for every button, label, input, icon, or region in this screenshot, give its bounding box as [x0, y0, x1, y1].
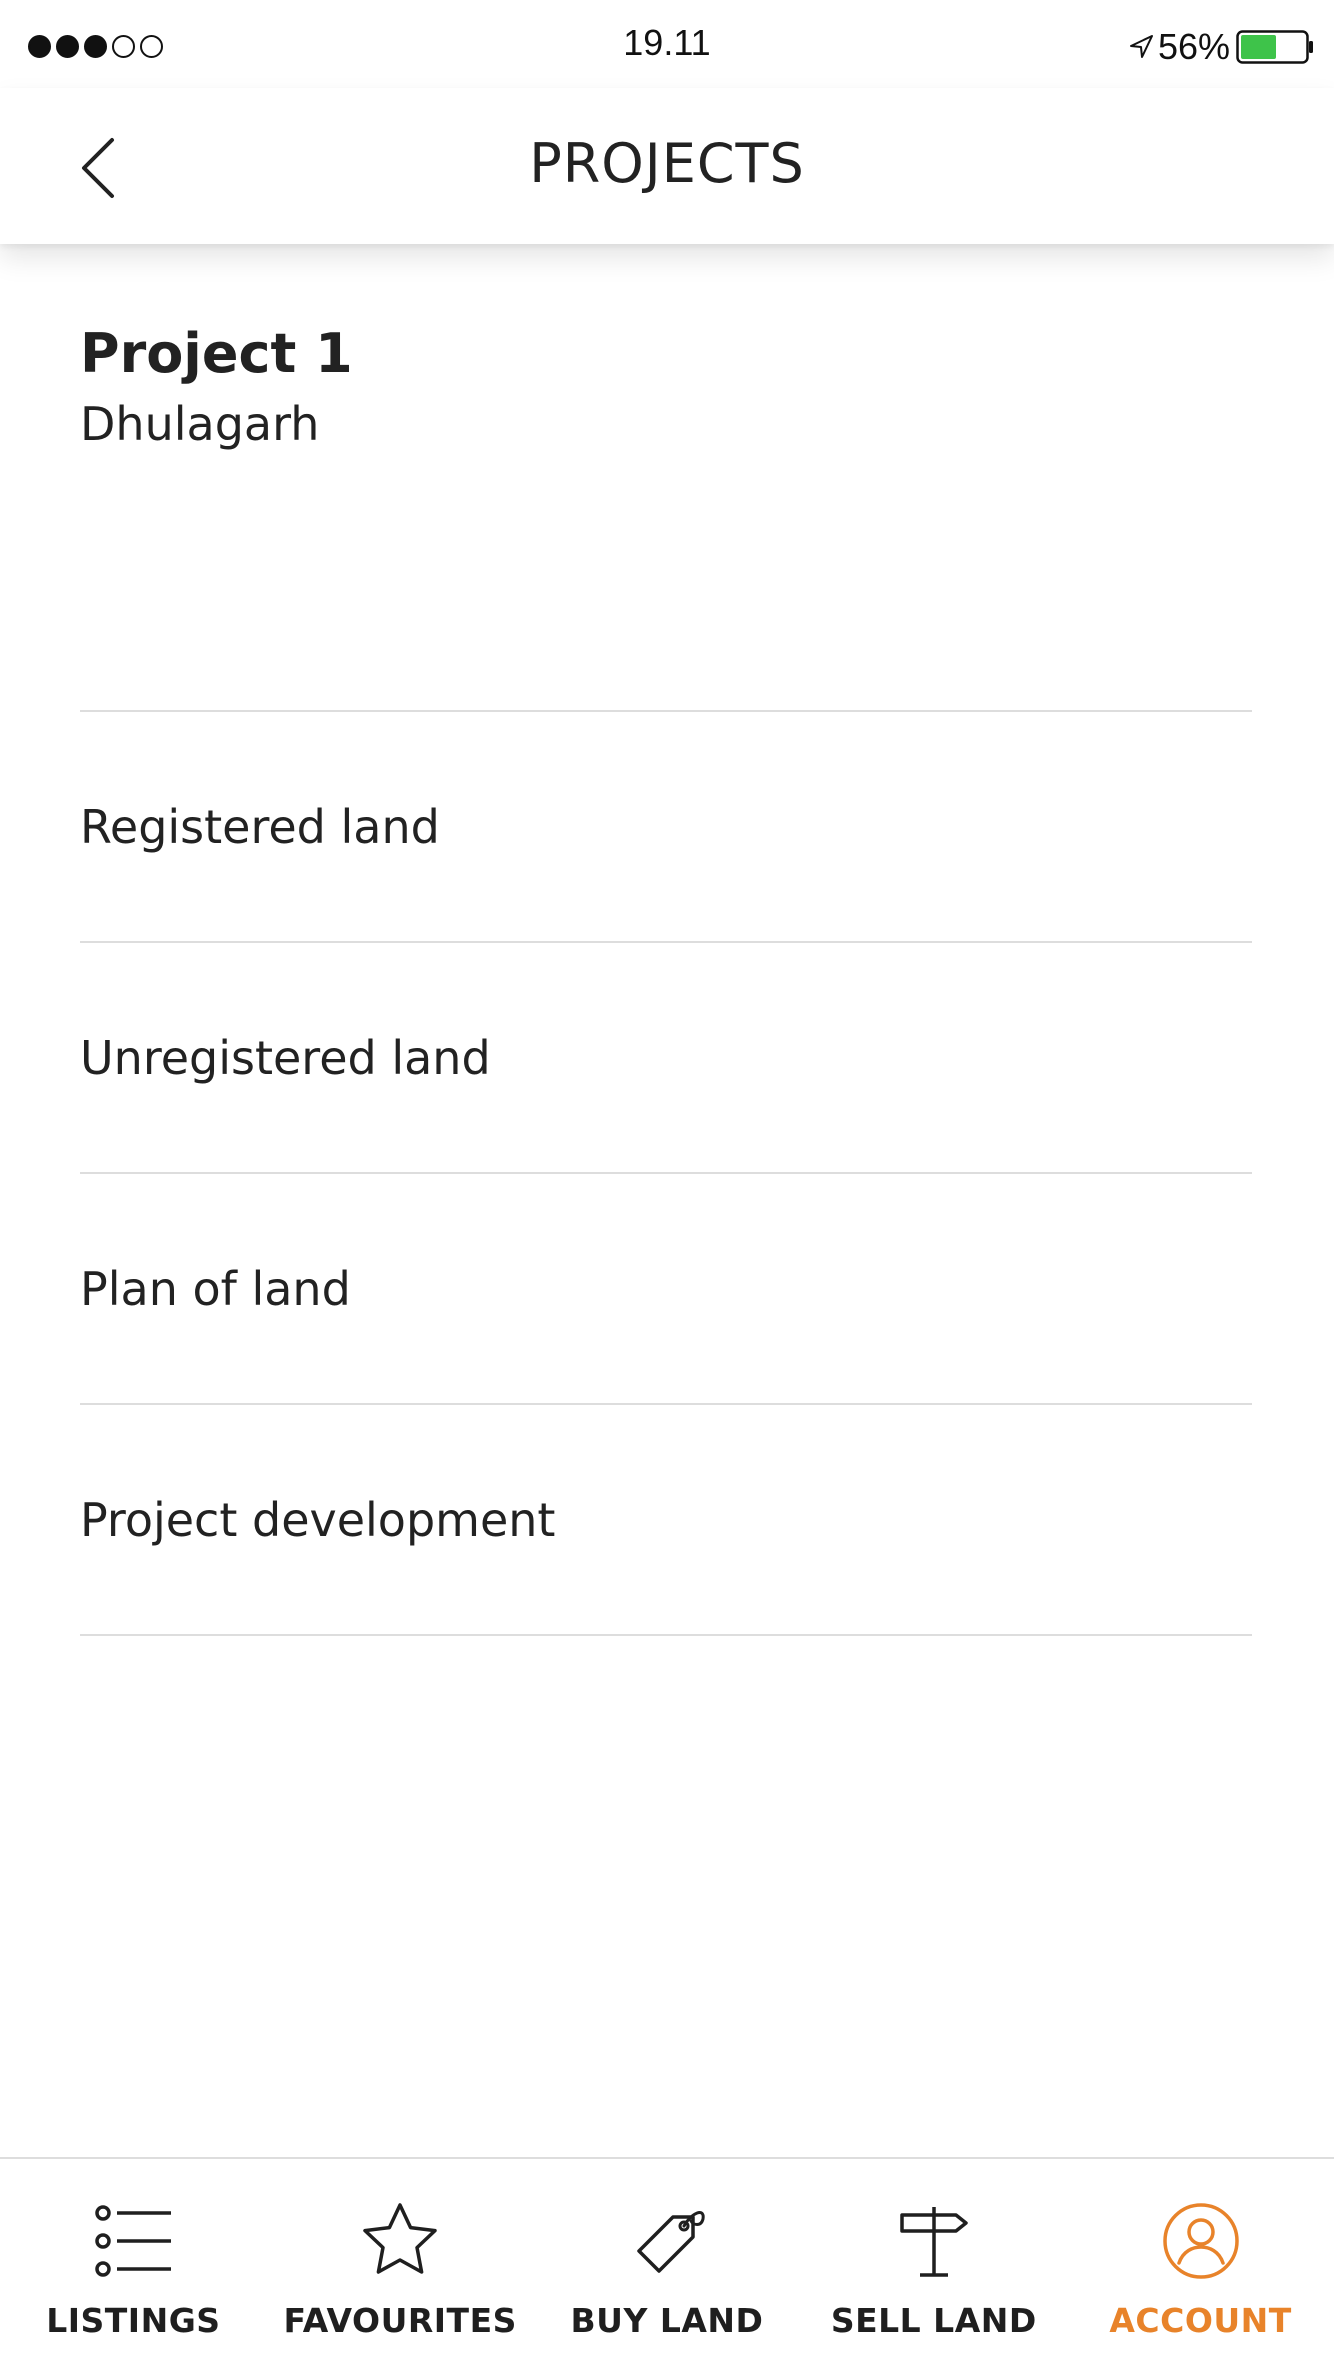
- menu-item-project-development[interactable]: Project development: [80, 1405, 1252, 1636]
- project-location: Dhulagarh: [80, 397, 320, 451]
- menu-item-label: Project development: [80, 1492, 556, 1547]
- tab-listings[interactable]: LISTINGS: [0, 2159, 267, 2367]
- status-bar: 19.11 56%: [0, 0, 1334, 90]
- tab-label: BUY LAND: [570, 2301, 764, 2340]
- battery-icon: [1236, 30, 1313, 64]
- tab-sell-land[interactable]: SELL LAND: [800, 2159, 1067, 2367]
- status-right: 56%: [1128, 22, 1314, 72]
- signpost-icon: [900, 2207, 968, 2277]
- project-menu-list: Registered land Unregistered land Plan o…: [80, 710, 1252, 1636]
- tab-buy-land[interactable]: BUY LAND: [534, 2159, 801, 2367]
- user-circle-icon: [1162, 2203, 1239, 2279]
- price-tag-icon: [637, 2211, 705, 2273]
- project-info: Project 1 Dhulagarh: [80, 320, 353, 454]
- menu-item-label: Plan of land: [80, 1261, 351, 1316]
- menu-item-unregistered-land[interactable]: Unregistered land: [80, 943, 1252, 1174]
- project-title: Project 1: [80, 322, 353, 385]
- tab-favourites[interactable]: FAVOURITES: [267, 2159, 534, 2367]
- menu-item-label: Registered land: [80, 799, 440, 854]
- battery-percentage: 56%: [1157, 26, 1230, 67]
- bottom-tab-bar: LISTINGS FAVOURITES BUY LAND SELL LAND A…: [0, 2157, 1334, 2367]
- star-icon: [363, 2203, 437, 2274]
- tab-label: ACCOUNT: [1109, 2301, 1292, 2340]
- page-title: PROJECTS: [529, 132, 805, 195]
- tab-label: LISTINGS: [46, 2301, 221, 2340]
- menu-item-registered-land[interactable]: Registered land: [80, 712, 1252, 943]
- location-arrow-icon: [1129, 35, 1153, 58]
- navigation-header: PROJECTS: [0, 88, 1334, 244]
- tab-label: FAVOURITES: [283, 2301, 517, 2340]
- menu-item-label: Unregistered land: [80, 1030, 491, 1085]
- tab-account[interactable]: ACCOUNT: [1067, 2159, 1334, 2367]
- tab-label: SELL LAND: [830, 2301, 1037, 2340]
- list-icon: [95, 2205, 172, 2277]
- menu-item-plan-of-land[interactable]: Plan of land: [80, 1174, 1252, 1405]
